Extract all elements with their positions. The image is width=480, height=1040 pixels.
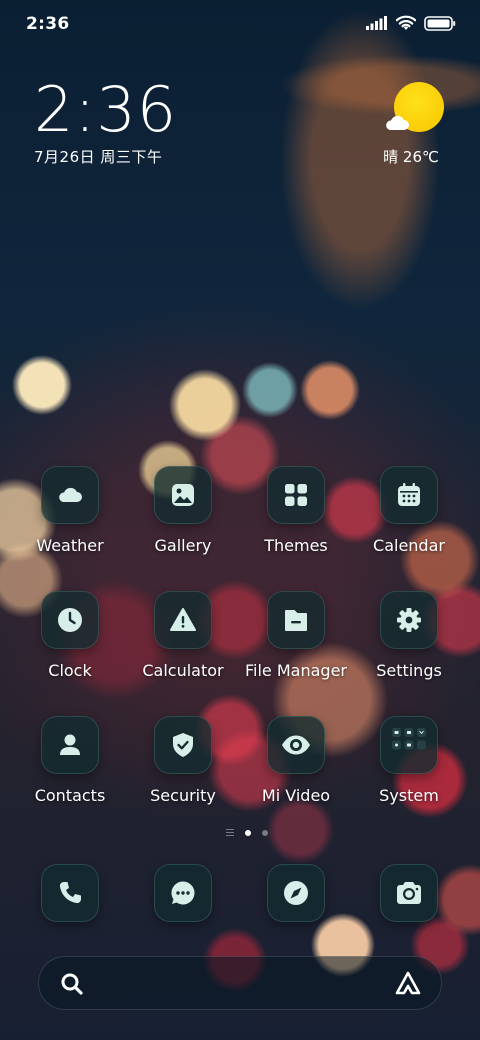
app-weather[interactable]: Weather (14, 466, 126, 555)
themes-grid-icon (285, 484, 307, 506)
phone-icon (59, 882, 81, 904)
search-bar[interactable] (38, 956, 442, 1010)
app-icon-container (154, 591, 212, 649)
app-icon-container (41, 466, 99, 524)
weather-widget[interactable]: 晴 26℃ (383, 82, 444, 167)
compass-icon (284, 881, 308, 905)
folder-grid-icon (392, 728, 426, 750)
app-label: Gallery (154, 536, 212, 555)
menu-lines-icon[interactable] (226, 829, 234, 836)
dock-messages[interactable] (127, 864, 239, 922)
calendar-icon (398, 483, 420, 506)
app-icon-container (41, 591, 99, 649)
dock-phone[interactable] (14, 864, 126, 922)
signal-icon (366, 16, 387, 30)
page-dot[interactable] (262, 829, 268, 836)
warning-triangle-icon (170, 608, 196, 631)
battery-icon (424, 15, 456, 31)
camera-icon (397, 882, 421, 904)
page-indicator (0, 829, 480, 836)
app-icon-container (380, 466, 438, 524)
app-icon-container (380, 591, 438, 649)
app-label: Clock (48, 661, 92, 680)
eye-icon (282, 735, 310, 755)
weather-text: 晴 26℃ (383, 148, 439, 166)
wifi-icon (396, 15, 416, 30)
app-settings[interactable]: Settings (353, 591, 465, 680)
app-icon-container (41, 716, 99, 774)
app-icon-container (154, 864, 212, 922)
app-gallery[interactable]: Gallery (127, 466, 239, 555)
app-label: Weather (36, 536, 104, 555)
sun-cloud-icon (386, 82, 444, 138)
app-mi-video[interactable]: Mi Video (240, 716, 352, 805)
app-icon-container (154, 466, 212, 524)
app-icon-container (380, 716, 438, 774)
widget-time: 2:36 (34, 73, 178, 146)
app-label: System (379, 786, 439, 805)
app-label: Contacts (34, 786, 106, 805)
app-icon-container (267, 716, 325, 774)
app-icon-container (267, 864, 325, 922)
app-label: Mi Video (261, 786, 331, 805)
app-calculator[interactable]: Calculator (127, 591, 239, 680)
folder-icon (285, 610, 307, 631)
status-bar: 2:36 (0, 0, 480, 50)
app-clock[interactable]: Clock (14, 591, 126, 680)
app-icon-container (41, 864, 99, 922)
message-icon (171, 881, 195, 905)
app-icon-container (267, 466, 325, 524)
person-icon (60, 734, 80, 755)
dock-browser[interactable] (240, 864, 352, 922)
app-label: Calendar (373, 536, 445, 555)
gear-icon (397, 608, 421, 632)
assistant-icon[interactable] (393, 969, 423, 999)
weather-cloud-icon (59, 487, 82, 502)
status-time: 2:36 (26, 14, 70, 34)
app-label: File Manager (245, 661, 347, 680)
dock-camera[interactable] (353, 864, 465, 922)
page-dot-active[interactable] (245, 829, 251, 836)
app-label: Themes (264, 536, 328, 555)
app-icon-container (380, 864, 438, 922)
shield-check-icon (173, 733, 193, 757)
app-contacts[interactable]: Contacts (14, 716, 126, 805)
app-icon-container (154, 716, 212, 774)
app-themes[interactable]: Themes (240, 466, 352, 555)
status-icons (366, 15, 456, 31)
app-system-folder[interactable]: System (353, 716, 465, 805)
search-icon[interactable] (59, 971, 85, 997)
clock-icon (58, 608, 82, 632)
app-calendar[interactable]: Calendar (353, 466, 465, 555)
widget-date: 7月26日 周三下午 (34, 148, 163, 166)
app-security[interactable]: Security (127, 716, 239, 805)
app-icon-container (267, 591, 325, 649)
gallery-image-icon (172, 484, 194, 506)
app-label: Settings (376, 661, 442, 680)
clock-widget[interactable]: 2:36 7月26日 周三下午 (34, 78, 177, 167)
app-label: Calculator (142, 661, 224, 680)
app-file-manager[interactable]: File Manager (240, 591, 352, 680)
app-label: Security (150, 786, 216, 805)
